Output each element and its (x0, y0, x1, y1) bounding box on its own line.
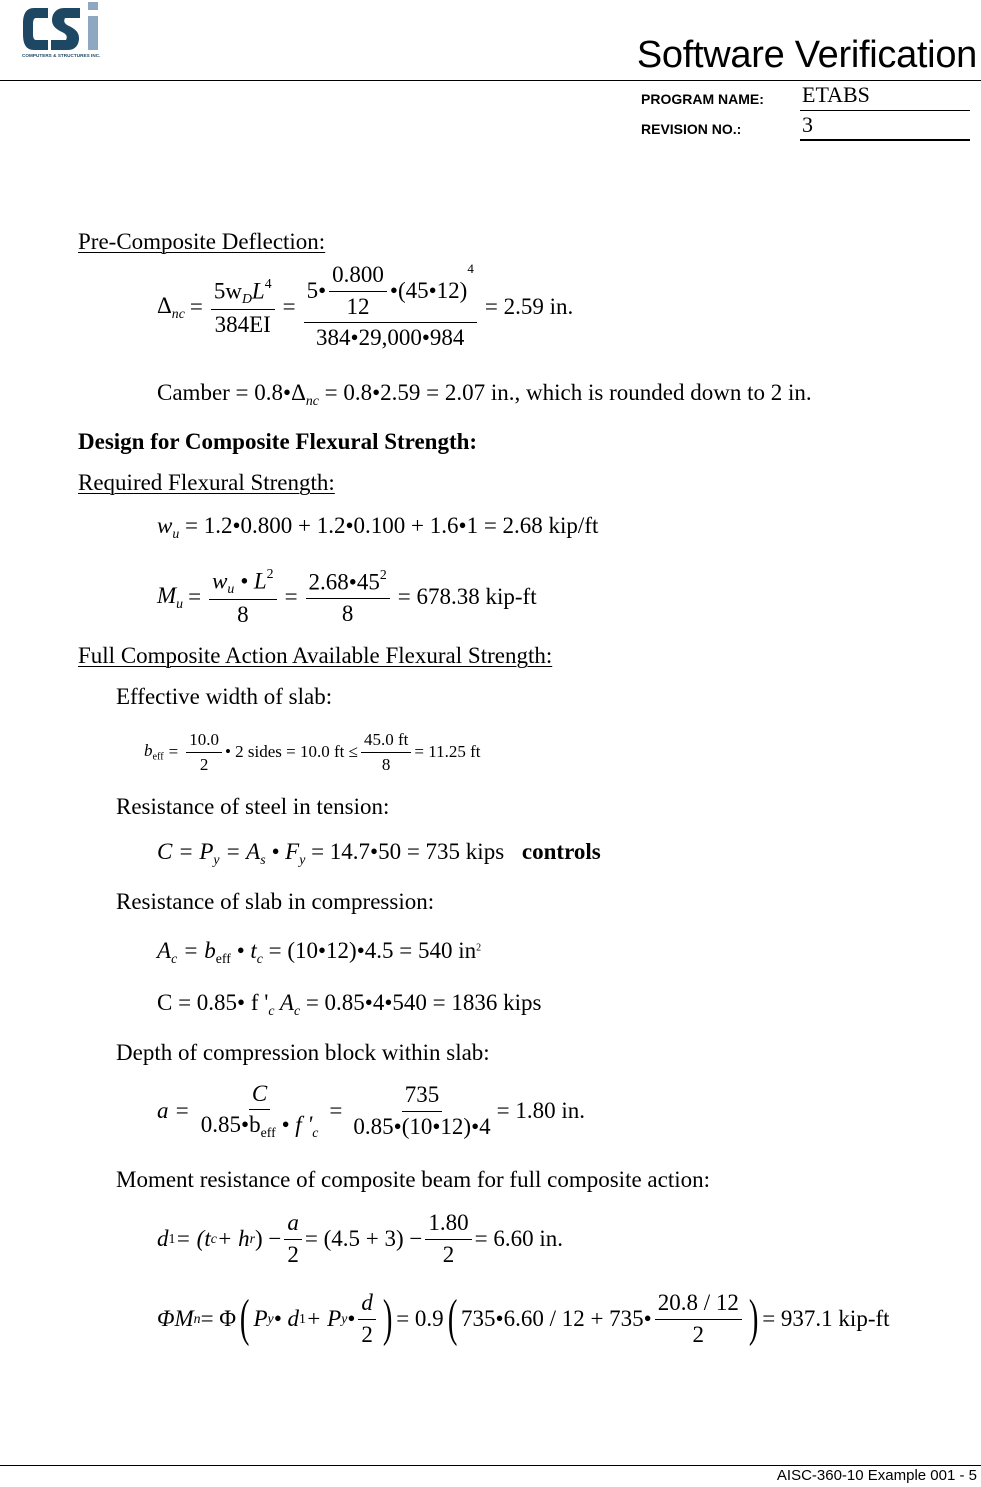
program-name-underline (800, 110, 970, 111)
deflection-equation: Δnc = 5wDL4 384EI = 5• 0.800 12 •(45•12) 4… (157, 261, 574, 351)
camber-equation: Camber = 0.8•Δnc = 0.8•2.59 = 2.07 in., … (157, 380, 812, 408)
deflection-values-fraction: 5• 0.800 12 •(45•12) 4 384•29,000•984 (303, 261, 477, 351)
logo-tagline: COMPUTERS & STRUCTURES INC. (22, 53, 101, 58)
program-name-value: ETABS (802, 82, 870, 107)
deflection-formula-fraction: 5wDL4 384EI (210, 276, 275, 338)
page-footer-label: AISC-360-10 Example 001 - 5 (776, 1467, 977, 1484)
d1-equation: d1 = (t c + hr ) − a2 = (4.5 + 3) − 1.80 2… (157, 1210, 564, 1267)
steel-tension-equation: C = Py = As • Fy = 14.7•50 = 735 kips co… (157, 839, 601, 867)
controls-label: controls (521, 839, 601, 864)
section-heading-design: Design for Composite Flexural Strength: (78, 429, 478, 454)
beff-equation: beff = 10.0 2 • 2 sides = 10.0 ft ≤ 45.0 … (144, 729, 481, 774)
wu-equation: wu = 1.2•0.800 + 1.2•0.100 + 1.6•1 = 2.6… (157, 513, 599, 541)
revision-label: REVISION NO.: (641, 121, 742, 137)
c-compression-equation: C = 0.85• f 'c Ac = 0.85•4•540 = 1836 ki… (157, 990, 542, 1018)
document-title: Software Verification (636, 34, 977, 76)
deflection-result: = 2.59 in. (484, 294, 574, 319)
footer-divider (0, 1465, 981, 1466)
steel-tension-label: Resistance of steel in tension: (116, 794, 390, 819)
revision-underline (800, 139, 970, 141)
header-divider (0, 80, 981, 81)
section-heading-full-composite: Full Composite Action Available Flexural… (78, 643, 553, 668)
phi-mn-equation: ΦM n = Φ ( Py • d1 + Py • d2 ) = 0.9 ( 73… (157, 1290, 890, 1347)
ac-equation: Ac = beff • tc = (10•12)•4.5 = 540 in2 (157, 938, 482, 966)
revision-value: 3 (802, 112, 813, 137)
delta-symbol: Δnc (157, 292, 185, 321)
mu-equation: Mu = wu • L2 8 = 2.68•452 8 = 678.38 kip… (157, 565, 537, 627)
a-equation: a = C 0.85•beff • f 'c = 735 0.85•(10•12… (157, 1080, 586, 1141)
moment-resistance-label: Moment resistance of composite beam for … (116, 1167, 711, 1192)
depth-label: Depth of compression block within slab: (116, 1040, 490, 1065)
program-name-label: PROGRAM NAME: (641, 91, 764, 107)
effective-width-label: Effective width of slab: (116, 684, 333, 709)
section-heading-required: Required Flexural Strength: (78, 470, 335, 495)
slab-compression-label: Resistance of slab in compression: (116, 889, 435, 914)
